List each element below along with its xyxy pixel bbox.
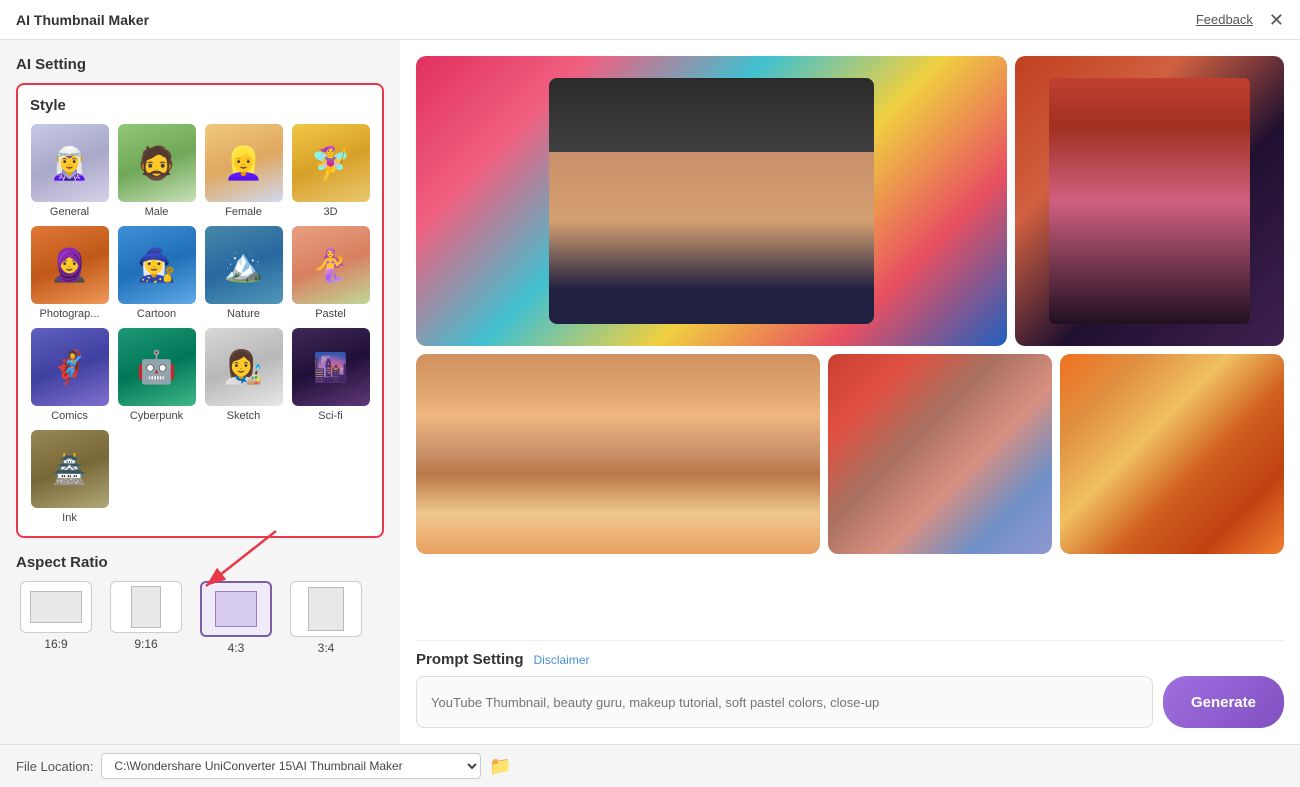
gallery-row-bottom xyxy=(416,354,1284,554)
style-label-cartoon: Cartoon xyxy=(137,308,176,320)
aspect-label-16-9: 16:9 xyxy=(44,637,67,651)
gallery-image-anime-girl[interactable] xyxy=(1060,354,1284,554)
style-item-photography[interactable]: 🧕 Photograp... xyxy=(30,226,109,320)
style-item-sketch[interactable]: 👩‍🎨 Sketch xyxy=(204,328,283,422)
style-label-ink: Ink xyxy=(62,512,77,524)
prompt-setting-title: Prompt Setting xyxy=(416,651,524,668)
style-thumb-sketch: 👩‍🎨 xyxy=(205,328,283,406)
close-button[interactable]: ✕ xyxy=(1269,11,1284,29)
aspect-item-9-16[interactable]: 9:16 xyxy=(106,581,186,655)
style-grid: 🧝‍♀️ General 🧔 Male 👱‍♀️ Female xyxy=(30,124,370,524)
style-label-photography: Photograp... xyxy=(40,308,100,320)
aspect-item-3-4[interactable]: 3:4 xyxy=(286,581,366,655)
style-thumb-nature: 🏔️ xyxy=(205,226,283,304)
aspect-ratio-grid: 16:9 9:16 4:3 xyxy=(16,581,384,655)
style-label-nature: Nature xyxy=(227,308,260,320)
style-thumb-pastel: 🧜‍♀️ xyxy=(292,226,370,304)
aspect-ratio-title: Aspect Ratio xyxy=(16,554,384,571)
aspect-box-16-9 xyxy=(20,581,92,633)
style-item-pastel[interactable]: 🧜‍♀️ Pastel xyxy=(291,226,370,320)
style-thumb-scifi: 🌆 xyxy=(292,328,370,406)
style-thumb-cyberpunk: 🤖 xyxy=(118,328,196,406)
style-item-female[interactable]: 👱‍♀️ Female xyxy=(204,124,283,218)
aspect-box-4-3 xyxy=(200,581,272,637)
prompt-header: Prompt Setting Disclaimer xyxy=(416,651,1284,668)
generate-button[interactable]: Generate xyxy=(1163,676,1284,728)
style-label-male: Male xyxy=(145,206,169,218)
style-thumb-photography: 🧕 xyxy=(31,226,109,304)
file-location-bar: File Location: C:\Wondershare UniConvert… xyxy=(0,744,1300,787)
style-thumb-male: 🧔 xyxy=(118,124,196,202)
gallery xyxy=(416,56,1284,628)
style-label-general: General xyxy=(50,206,89,218)
prompt-input-row: Generate xyxy=(416,676,1284,728)
style-label-scifi: Sci-fi xyxy=(318,410,342,422)
file-location-select[interactable]: C:\Wondershare UniConverter 15\AI Thumbn… xyxy=(101,753,481,779)
ai-setting-title: AI Setting xyxy=(16,56,384,73)
aspect-ratio-section: Aspect Ratio 16:9 9:16 xyxy=(16,554,384,655)
style-item-nature[interactable]: 🏔️ Nature xyxy=(204,226,283,320)
style-item-general[interactable]: 🧝‍♀️ General xyxy=(30,124,109,218)
style-label-cyberpunk: Cyberpunk xyxy=(130,410,183,422)
aspect-label-4-3: 4:3 xyxy=(228,641,245,655)
aspect-inner-16-9 xyxy=(30,591,82,623)
aspect-item-16-9[interactable]: 16:9 xyxy=(16,581,96,655)
aspect-inner-3-4 xyxy=(308,587,344,631)
style-item-scifi[interactable]: 🌆 Sci-fi xyxy=(291,328,370,422)
titlebar-right: Feedback ✕ xyxy=(1196,11,1284,29)
style-thumb-ink: 🏯 xyxy=(31,430,109,508)
style-section-title: Style xyxy=(30,97,370,114)
style-item-cartoon[interactable]: 🧙‍♀️ Cartoon xyxy=(117,226,196,320)
gallery-image-asian-man[interactable] xyxy=(416,56,1007,346)
style-item-male[interactable]: 🧔 Male xyxy=(117,124,196,218)
folder-icon[interactable]: 📁 xyxy=(489,756,511,777)
titlebar: AI Thumbnail Maker Feedback ✕ xyxy=(0,0,1300,40)
style-thumb-cartoon: 🧙‍♀️ xyxy=(118,226,196,304)
prompt-section: Prompt Setting Disclaimer Generate xyxy=(416,640,1284,728)
aspect-box-9-16 xyxy=(110,581,182,633)
style-label-female: Female xyxy=(225,206,262,218)
style-thumb-general: 🧝‍♀️ xyxy=(31,124,109,202)
aspect-inner-9-16 xyxy=(131,586,161,628)
aspect-label-3-4: 3:4 xyxy=(318,641,335,655)
gallery-row-top xyxy=(416,56,1284,346)
style-item-3d[interactable]: 🧚‍♀️ 3D xyxy=(291,124,370,218)
gallery-image-woman-makeup[interactable] xyxy=(1015,56,1284,346)
right-panel: Prompt Setting Disclaimer Generate xyxy=(400,40,1300,744)
style-section: Style 🧝‍♀️ General 🧔 Male xyxy=(16,83,384,538)
disclaimer-link[interactable]: Disclaimer xyxy=(534,653,590,667)
file-location-label: File Location: xyxy=(16,759,93,774)
style-item-ink[interactable]: 🏯 Ink xyxy=(30,430,109,524)
gallery-image-sunset-woman[interactable] xyxy=(416,354,820,554)
style-label-3d: 3D xyxy=(323,206,337,218)
style-item-comics[interactable]: 🦸‍♀️ Comics xyxy=(30,328,109,422)
style-label-comics: Comics xyxy=(51,410,88,422)
style-thumb-female: 👱‍♀️ xyxy=(205,124,283,202)
prompt-input[interactable] xyxy=(416,676,1153,728)
app-title: AI Thumbnail Maker xyxy=(16,12,1196,28)
aspect-label-9-16: 9:16 xyxy=(134,637,157,651)
style-thumb-3d: 🧚‍♀️ xyxy=(292,124,370,202)
feedback-link[interactable]: Feedback xyxy=(1196,12,1253,27)
aspect-inner-4-3 xyxy=(215,591,257,627)
style-label-pastel: Pastel xyxy=(315,308,346,320)
style-thumb-comics: 🦸‍♀️ xyxy=(31,328,109,406)
style-item-cyberpunk[interactable]: 🤖 Cyberpunk xyxy=(117,328,196,422)
main-content: AI Setting Style 🧝‍♀️ General 🧔 Male xyxy=(0,40,1300,744)
left-panel: AI Setting Style 🧝‍♀️ General 🧔 Male xyxy=(0,40,400,744)
style-label-sketch: Sketch xyxy=(227,410,261,422)
gallery-image-red-car[interactable] xyxy=(828,354,1052,554)
aspect-box-3-4 xyxy=(290,581,362,637)
aspect-item-4-3[interactable]: 4:3 xyxy=(196,581,276,655)
